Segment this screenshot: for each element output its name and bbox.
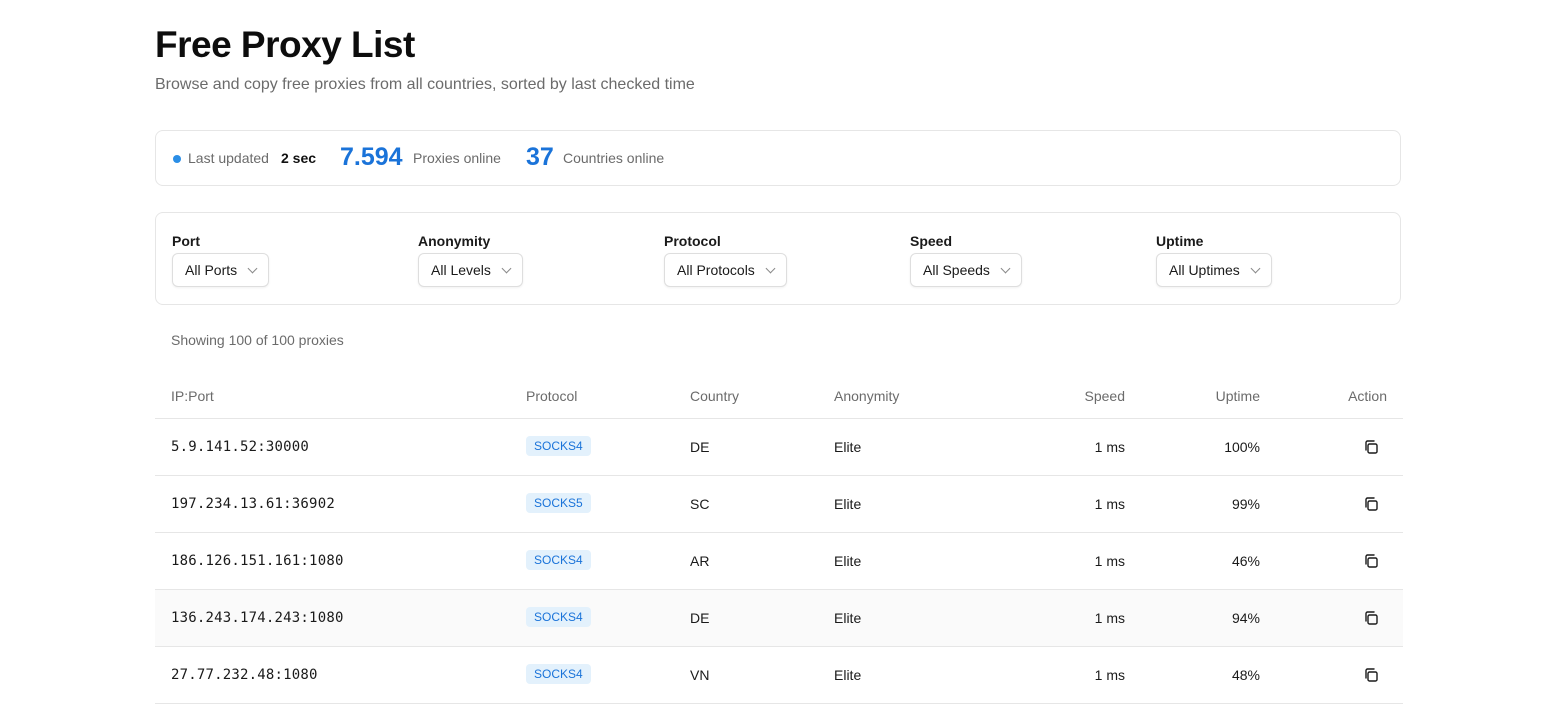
countries-online-count: 37 — [526, 143, 554, 171]
column-header-protocol[interactable]: Protocol — [526, 388, 577, 404]
chevron-down-icon — [1250, 263, 1261, 273]
speed-select-value: All Speeds — [923, 262, 990, 278]
uptime-select[interactable]: All Uptimes — [1156, 253, 1272, 287]
page-subtitle: Browse and copy free proxies from all co… — [155, 76, 695, 93]
filter-anonymity: Anonymity All Levels — [418, 233, 523, 287]
speed-cell: 1 ms — [1094, 439, 1125, 455]
country-cell: DE — [690, 610, 710, 626]
chevron-down-icon — [765, 263, 776, 273]
filter-port: Port All Ports — [172, 233, 270, 287]
chevron-down-icon — [247, 263, 258, 273]
last-updated-value: 2 sec — [281, 150, 317, 166]
ip-port-cell[interactable]: 136.243.174.243:1080 — [171, 610, 344, 626]
filter-uptime-label: Uptime — [1156, 233, 1204, 249]
table-row: 5.9.141.52:30000 SOCKS4 DE Elite 1 ms 10… — [155, 419, 1403, 476]
anonymity-select[interactable]: All Levels — [418, 253, 523, 287]
chevron-down-icon — [501, 263, 512, 273]
copy-icon[interactable] — [1363, 667, 1379, 683]
protocol-badge: SOCKS4 — [526, 664, 591, 684]
port-select[interactable]: All Ports — [172, 253, 270, 287]
filter-port-label: Port — [172, 233, 200, 249]
ip-port-cell[interactable]: 197.234.13.61:36902 — [171, 496, 335, 512]
anonymity-cell: Elite — [834, 439, 862, 455]
column-header-country[interactable]: Country — [690, 388, 739, 404]
filter-anonymity-label: Anonymity — [418, 233, 491, 249]
copy-icon[interactable] — [1363, 610, 1379, 626]
filter-protocol-label: Protocol — [664, 233, 721, 249]
column-header-action: Action — [1348, 388, 1387, 404]
copy-icon[interactable] — [1363, 496, 1379, 512]
speed-cell: 1 ms — [1094, 496, 1125, 512]
uptime-cell: 99% — [1231, 496, 1260, 512]
port-select-value: All Ports — [185, 262, 238, 278]
ip-port-cell[interactable]: 186.126.151.161:1080 — [171, 553, 344, 569]
ip-port-cell[interactable]: 27.77.232.48:1080 — [171, 667, 318, 683]
filters-card: Port All Ports Anonymity All Levels Prot… — [155, 212, 1401, 305]
speed-cell: 1 ms — [1094, 667, 1125, 683]
protocol-badge: SOCKS4 — [526, 436, 591, 456]
copy-icon[interactable] — [1363, 553, 1379, 569]
column-header-anonymity[interactable]: Anonymity — [834, 388, 899, 404]
countries-online-label: Countries online — [563, 150, 665, 166]
proxy-table: IP:Port Protocol Country Anonymity Speed… — [155, 372, 1403, 704]
speed-select[interactable]: All Speeds — [910, 253, 1022, 287]
protocol-badge: SOCKS5 — [526, 493, 591, 513]
column-header-uptime[interactable]: Uptime — [1216, 388, 1260, 404]
anonymity-cell: Elite — [834, 553, 862, 569]
table-header: IP:Port Protocol Country Anonymity Speed… — [155, 372, 1403, 419]
anonymity-cell: Elite — [834, 496, 862, 512]
table-row: 27.77.232.48:1080 SOCKS4 VN Elite 1 ms 4… — [155, 647, 1403, 704]
country-cell: VN — [690, 667, 710, 683]
speed-cell: 1 ms — [1094, 553, 1125, 569]
stats-card: Last updated 2 sec 7.594 Proxies online … — [155, 130, 1401, 186]
uptime-cell: 48% — [1231, 667, 1260, 683]
protocol-badge: SOCKS4 — [526, 550, 591, 570]
table-row: 186.126.151.161:1080 SOCKS4 AR Elite 1 m… — [155, 533, 1403, 590]
uptime-cell: 100% — [1224, 439, 1260, 455]
country-cell: AR — [690, 553, 710, 569]
status-dot-icon — [173, 155, 181, 163]
chevron-down-icon — [1000, 263, 1011, 273]
column-header-ip-port[interactable]: IP:Port — [171, 388, 214, 404]
proxies-online-label: Proxies online — [413, 150, 501, 166]
anonymity-cell: Elite — [834, 667, 862, 683]
page: Free Proxy List Browse and copy free pro… — [0, 0, 1550, 709]
uptime-select-value: All Uptimes — [1169, 262, 1240, 278]
filter-speed: Speed All Speeds — [910, 233, 1022, 287]
proxies-online-count: 7.594 — [340, 143, 403, 171]
protocol-select[interactable]: All Protocols — [664, 253, 787, 287]
table-row: 197.234.13.61:36902 SOCKS5 SC Elite 1 ms… — [155, 476, 1403, 533]
copy-icon[interactable] — [1363, 439, 1379, 455]
filter-speed-label: Speed — [910, 233, 953, 249]
results-count: Showing 100 of 100 proxies — [171, 332, 344, 348]
anonymity-select-value: All Levels — [431, 262, 491, 278]
table-row: 136.243.174.243:1080 SOCKS4 DE Elite 1 m… — [155, 590, 1403, 647]
ip-port-cell[interactable]: 5.9.141.52:30000 — [171, 439, 309, 455]
country-cell: DE — [690, 439, 710, 455]
filter-uptime: Uptime All Uptimes — [1156, 233, 1272, 287]
protocol-badge: SOCKS4 — [526, 607, 591, 627]
anonymity-cell: Elite — [834, 610, 862, 626]
protocol-select-value: All Protocols — [677, 262, 755, 278]
speed-cell: 1 ms — [1094, 610, 1125, 626]
page-title: Free Proxy List — [155, 24, 415, 65]
uptime-cell: 46% — [1231, 553, 1260, 569]
column-header-speed[interactable]: Speed — [1085, 388, 1125, 404]
last-updated-label: Last updated — [188, 150, 269, 166]
filter-protocol: Protocol All Protocols — [664, 233, 787, 287]
country-cell: SC — [690, 496, 710, 512]
uptime-cell: 94% — [1231, 610, 1260, 626]
